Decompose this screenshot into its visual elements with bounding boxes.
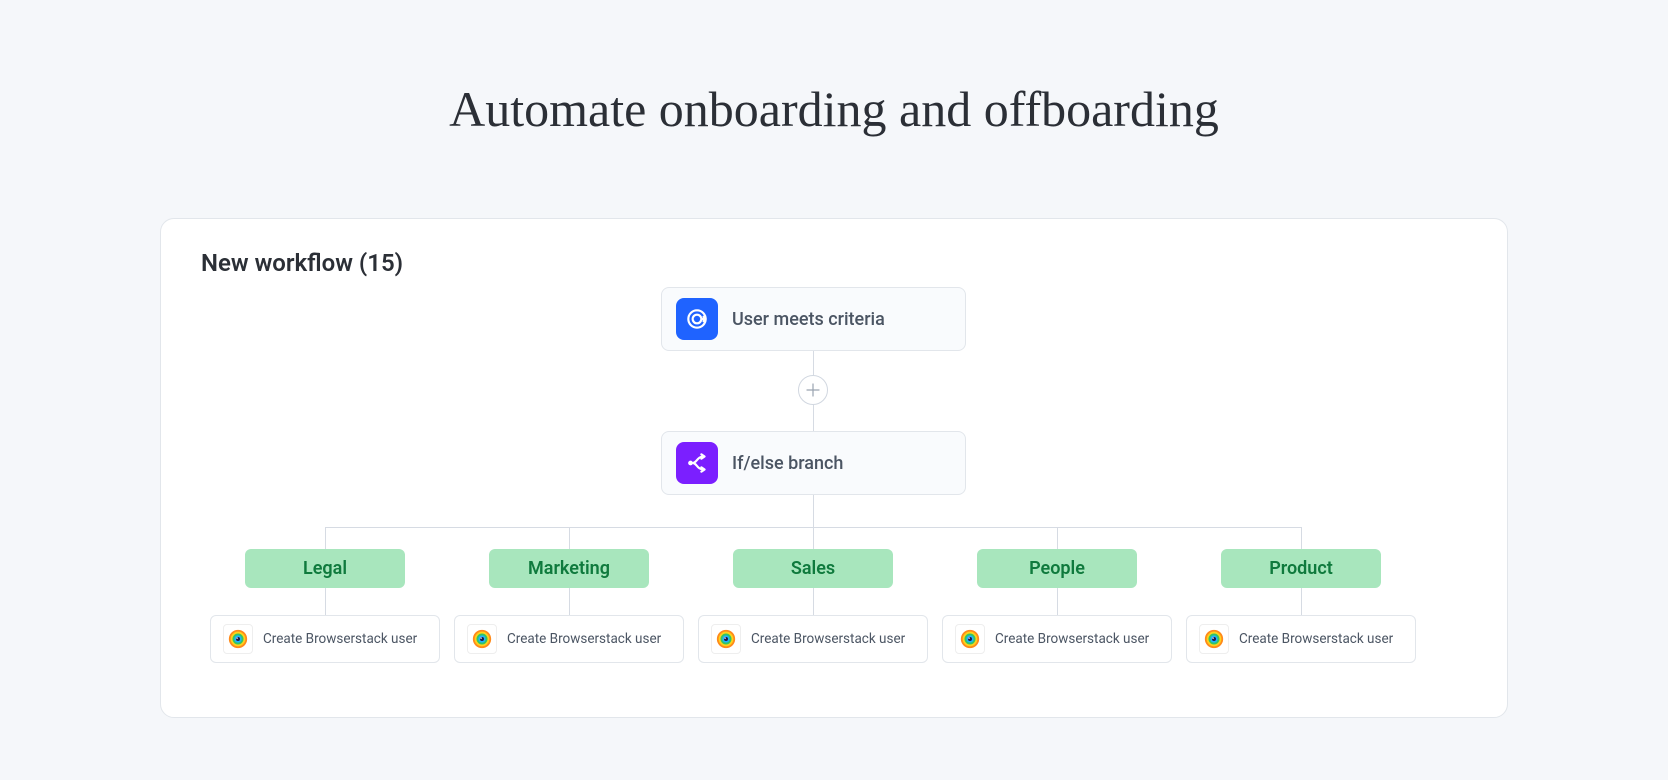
branch-icon [676,442,718,484]
action-card-sales[interactable]: Create Browserstack user [698,615,928,663]
connector [1301,587,1302,615]
action-label: Create Browserstack user [751,631,905,648]
connector [813,493,814,527]
browserstack-icon [955,624,985,654]
connector [813,587,814,615]
browserstack-icon [1199,624,1229,654]
page-title: Automate onboarding and offboarding [0,80,1668,138]
connector [1301,527,1302,549]
connector [813,527,814,549]
branch-node[interactable]: If/else branch [661,431,966,495]
connector [325,587,326,615]
branch-pill-product[interactable]: Product [1221,549,1381,588]
workflow-canvas: User meets criteria [201,287,1467,707]
branch-pill-marketing[interactable]: Marketing [489,549,649,588]
action-label: Create Browserstack user [507,631,661,648]
connector [1057,527,1058,549]
branch-pill-legal[interactable]: Legal [245,549,405,588]
workflow-title: New workflow (15) [201,249,1467,277]
trigger-node[interactable]: User meets criteria [661,287,966,351]
trigger-label: User meets criteria [732,309,885,330]
connector [1057,587,1058,615]
connector [325,527,326,549]
action-card-people[interactable]: Create Browserstack user [942,615,1172,663]
browserstack-icon [223,624,253,654]
action-card-product[interactable]: Create Browserstack user [1186,615,1416,663]
action-card-legal[interactable]: Create Browserstack user [210,615,440,663]
action-card-marketing[interactable]: Create Browserstack user [454,615,684,663]
workflow-card: New workflow (15) [160,218,1508,718]
connector [569,587,570,615]
action-label: Create Browserstack user [263,631,417,648]
browserstack-icon [711,624,741,654]
action-label: Create Browserstack user [995,631,1149,648]
branch-pill-people[interactable]: People [977,549,1137,588]
criteria-icon [676,298,718,340]
connector [569,527,570,549]
connector [813,349,814,375]
action-label: Create Browserstack user [1239,631,1393,648]
browserstack-icon [467,624,497,654]
branch-label: If/else branch [732,453,843,474]
add-step-button[interactable] [798,375,828,405]
connector [813,405,814,431]
branch-pill-sales[interactable]: Sales [733,549,893,588]
